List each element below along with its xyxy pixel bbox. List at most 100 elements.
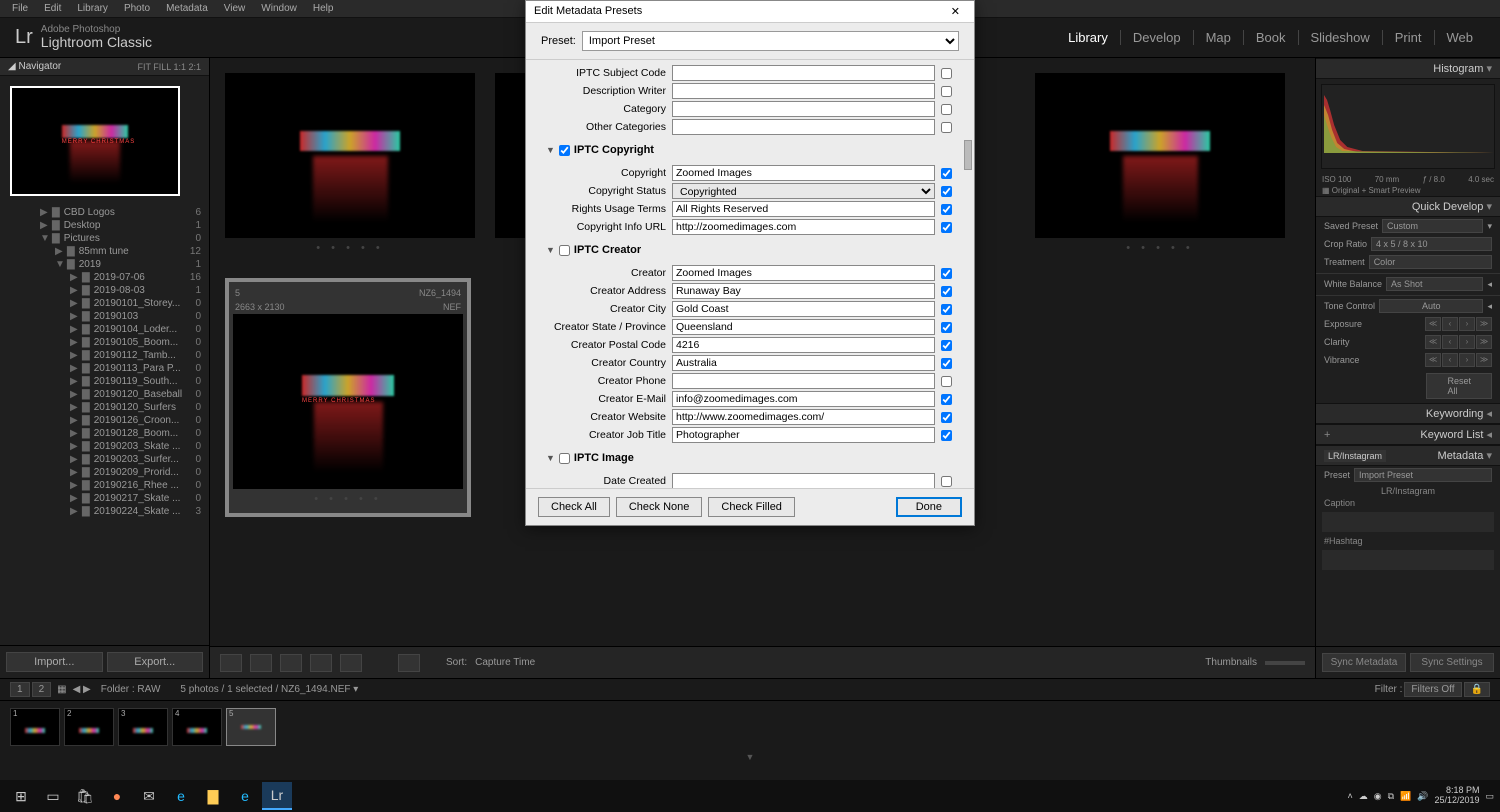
- folder-row[interactable]: ▶▇2019-07-0616: [0, 271, 209, 284]
- field-include-check[interactable]: [941, 186, 952, 197]
- iptc-image-header[interactable]: IPTC Image: [574, 452, 634, 464]
- tray-onedrive-icon[interactable]: ☁: [1359, 791, 1368, 802]
- qd-preset[interactable]: Custom: [1382, 219, 1483, 233]
- field-include-check[interactable]: [941, 376, 952, 387]
- menu-file[interactable]: File: [4, 3, 36, 14]
- mail-icon[interactable]: ✉: [134, 782, 164, 810]
- meta-caption-box[interactable]: [1322, 512, 1494, 532]
- qd-auto[interactable]: Auto: [1379, 299, 1483, 313]
- folder-row[interactable]: ▶▇20190216_Rhee ...0: [0, 479, 209, 492]
- field-include-check[interactable]: [941, 412, 952, 423]
- folder-row[interactable]: ▶▇20190224_Skate ...3: [0, 505, 209, 518]
- module-book[interactable]: Book: [1244, 30, 1299, 45]
- grid-thumb[interactable]: • • • • •: [1035, 73, 1285, 258]
- navigator-header[interactable]: ◢ Navigator FIT FILL 1:1 2:1: [0, 58, 209, 76]
- field-input[interactable]: [672, 265, 935, 281]
- field-include-check[interactable]: [941, 286, 952, 297]
- tray-volume-icon[interactable]: 🔊: [1417, 791, 1428, 802]
- tray-up-icon[interactable]: ˄: [1347, 791, 1352, 801]
- field-input[interactable]: [672, 409, 935, 425]
- field-include-check[interactable]: [941, 394, 952, 405]
- film-thumb[interactable]: 3: [118, 708, 168, 746]
- module-web[interactable]: Web: [1435, 30, 1486, 45]
- film-thumb[interactable]: 2: [64, 708, 114, 746]
- field-input[interactable]: [672, 427, 935, 443]
- field-input[interactable]: [672, 373, 935, 389]
- people-view-icon[interactable]: [340, 654, 362, 672]
- grid-thumb[interactable]: • • • • •: [225, 73, 475, 258]
- menu-help[interactable]: Help: [305, 3, 342, 14]
- folder-row[interactable]: ▶▇20190119_South...0: [0, 375, 209, 388]
- module-slideshow[interactable]: Slideshow: [1299, 30, 1383, 45]
- field-include-check[interactable]: [941, 86, 952, 97]
- notifications-icon[interactable]: ▭: [1485, 791, 1494, 802]
- folder-row[interactable]: ▶▇20190113_Para P...0: [0, 362, 209, 375]
- field-include-check[interactable]: [941, 68, 952, 79]
- field-input[interactable]: [672, 165, 935, 181]
- module-library[interactable]: Library: [1056, 30, 1121, 45]
- export-button[interactable]: Export...: [107, 652, 204, 672]
- meta-hashtag-box[interactable]: [1322, 550, 1494, 570]
- field-input[interactable]: Copyrighted: [672, 183, 935, 199]
- page-2[interactable]: 2: [32, 682, 52, 697]
- module-print[interactable]: Print: [1383, 30, 1435, 45]
- navigator-zoom[interactable]: FIT FILL 1:1 2:1: [137, 62, 201, 72]
- folder-row[interactable]: ▶▇20190126_Croon...0: [0, 414, 209, 427]
- qd-clarity-btns[interactable]: ≪‹›≫: [1425, 335, 1492, 349]
- scrollbar[interactable]: [964, 140, 972, 170]
- preview-image[interactable]: MERRY CHRISTMAS: [10, 86, 180, 196]
- menu-photo[interactable]: Photo: [116, 3, 158, 14]
- field-input[interactable]: [672, 355, 935, 371]
- qd-reset[interactable]: Reset All: [1426, 373, 1492, 399]
- field-input[interactable]: [672, 83, 935, 99]
- field-include-check[interactable]: [941, 430, 952, 441]
- film-thumb[interactable]: 1: [10, 708, 60, 746]
- iptc-copyright-header[interactable]: IPTC Copyright: [574, 144, 654, 156]
- folder-row[interactable]: ▶▇20190209_Prorid...0: [0, 466, 209, 479]
- field-include-check[interactable]: [941, 204, 952, 215]
- survey-view-icon[interactable]: [310, 654, 332, 672]
- menu-metadata[interactable]: Metadata: [158, 3, 216, 14]
- clock-date[interactable]: 25/12/2019: [1434, 796, 1479, 806]
- sync-metadata-button[interactable]: Sync Metadata: [1322, 653, 1406, 672]
- painter-icon[interactable]: [398, 654, 420, 672]
- folder-row[interactable]: ▶▇20190120_Baseball0: [0, 388, 209, 401]
- filter-value[interactable]: Filters Off: [1404, 682, 1461, 697]
- check-all-button[interactable]: Check All: [538, 497, 610, 517]
- folder-row[interactable]: ▶▇20190112_Tamb...0: [0, 349, 209, 362]
- film-thumb-selected[interactable]: 5: [226, 708, 276, 746]
- task-view-icon[interactable]: ▭: [38, 782, 68, 810]
- tray-cc-icon[interactable]: ◉: [1374, 791, 1382, 802]
- field-include-check[interactable]: [941, 322, 952, 333]
- field-include-check[interactable]: [941, 222, 952, 233]
- loupe-view-icon[interactable]: [250, 654, 272, 672]
- compare-view-icon[interactable]: [280, 654, 302, 672]
- folder-row[interactable]: ▼▇Pictures0: [0, 232, 209, 245]
- field-input[interactable]: [672, 283, 935, 299]
- iptc-image-check[interactable]: [559, 453, 570, 464]
- folder-row[interactable]: ▶▇Desktop1: [0, 219, 209, 232]
- folder-row[interactable]: ▼▇20191: [0, 258, 209, 271]
- explorer-icon[interactable]: ▇: [198, 782, 228, 810]
- close-icon[interactable]: ✕: [945, 5, 966, 18]
- sort-value[interactable]: Capture Time: [475, 657, 535, 668]
- folder-row[interactable]: ▶▇20190203_Skate ...0: [0, 440, 209, 453]
- histogram[interactable]: [1321, 84, 1495, 169]
- menu-library[interactable]: Library: [69, 3, 116, 14]
- import-button[interactable]: Import...: [6, 652, 103, 672]
- meta-preset[interactable]: Import Preset: [1354, 468, 1492, 482]
- module-develop[interactable]: Develop: [1121, 30, 1194, 45]
- folder-row[interactable]: ▶▇2019-08-031: [0, 284, 209, 297]
- field-input[interactable]: [672, 201, 935, 217]
- folder-row[interactable]: ▶▇20190101_Storey...0: [0, 297, 209, 310]
- field-include-check[interactable]: [941, 304, 952, 315]
- field-include-check[interactable]: [941, 476, 952, 487]
- folder-row[interactable]: ▶▇20190203_Surfer...0: [0, 453, 209, 466]
- sync-settings-button[interactable]: Sync Settings: [1410, 653, 1494, 672]
- filter-lock-icon[interactable]: 🔒: [1464, 682, 1490, 697]
- folder-row[interactable]: ▶▇20190120_Surfers0: [0, 401, 209, 414]
- folder-row[interactable]: ▶▇20190105_Boom...0: [0, 336, 209, 349]
- field-input[interactable]: [672, 65, 935, 81]
- field-include-check[interactable]: [941, 268, 952, 279]
- field-input[interactable]: [672, 391, 935, 407]
